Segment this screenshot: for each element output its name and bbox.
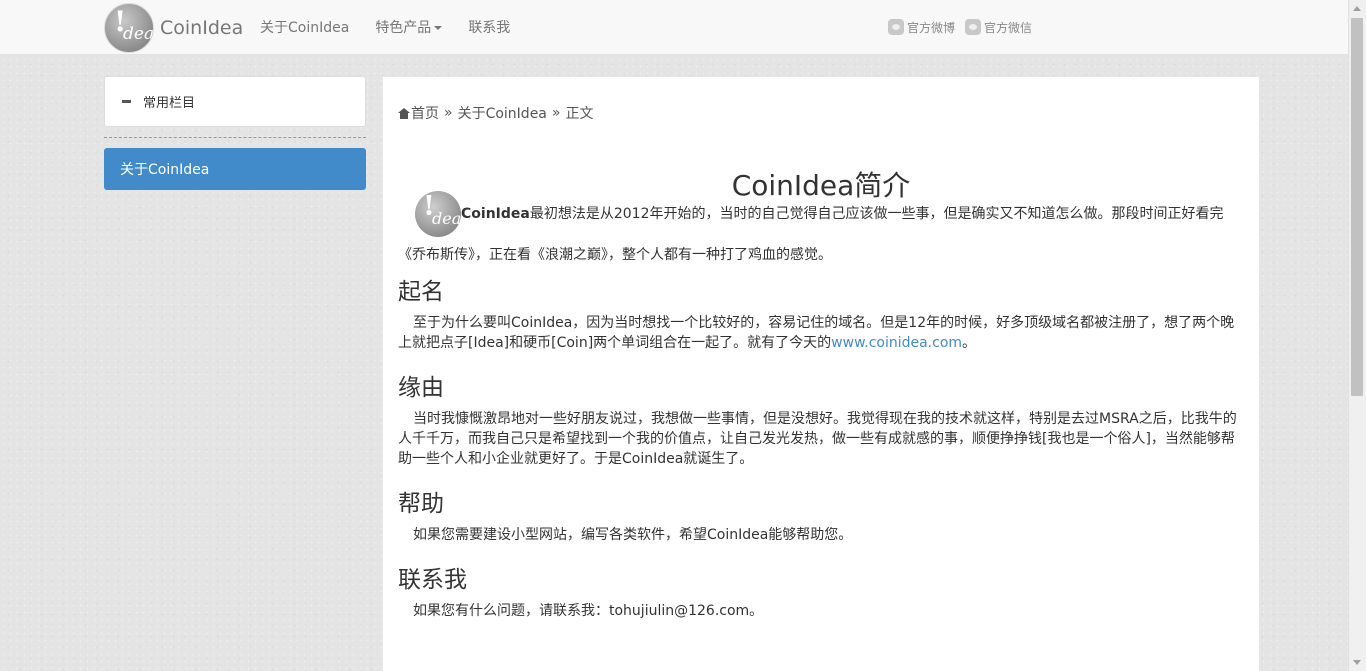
nav-contact[interactable]: 联系我 — [456, 17, 522, 37]
section-text: 当时我慷慨激昂地对一些好朋友说过，我想做一些事情，但是没想好。我觉得现在我的技术… — [398, 411, 1237, 467]
intro-brand: CoinIdea — [461, 206, 530, 222]
brand[interactable]: ! dea CoinIdea — [104, 3, 243, 53]
nav-products-dropdown[interactable]: 特色产品 — [363, 17, 454, 37]
breadcrumb-home[interactable]: 首页 — [411, 103, 439, 123]
social-links: 官方微博 官方微信 — [888, 0, 1042, 54]
sidebar-panel-header[interactable]: 常用栏目 — [104, 76, 366, 127]
section-heading: 联系我 — [398, 567, 467, 593]
weibo-icon — [888, 19, 904, 35]
coinidea-logo: ! dea — [104, 3, 154, 53]
section-naming: 起名 至于为什么要叫CoinIdea，因为当时想找一个比较好的，容易记住的域名。… — [398, 277, 1244, 353]
breadcrumb-separator: » — [551, 105, 561, 121]
logo-idea: dea — [432, 209, 461, 228]
logo-idea: dea — [123, 24, 154, 44]
nav-about[interactable]: 关于CoinIdea — [248, 17, 361, 37]
breadcrumb: 首页 » 关于CoinIdea » 正文 — [398, 103, 593, 123]
site-link[interactable]: www.coinidea.com — [831, 335, 962, 351]
wechat-label: 官方微信 — [984, 20, 1033, 35]
section-contact: 联系我 如果您有什么问题，请联系我：tohujiulin@126.com。 — [398, 565, 1244, 621]
section-reason: 缘由 当时我慷慨激昂地对一些好朋友说过，我想做一些事情，但是没想好。我觉得现在我… — [398, 373, 1244, 469]
collapse-minus-icon — [122, 100, 131, 103]
main-content: 首页 » 关于CoinIdea » 正文 CoinIdea简介 ! dea Co… — [382, 76, 1260, 671]
scrollbar-thumb[interactable] — [1351, 18, 1363, 396]
section-heading: 帮助 — [398, 491, 444, 517]
scroll-down-icon[interactable] — [1353, 660, 1361, 665]
weibo-label: 官方微博 — [907, 20, 956, 35]
section-body: 至于为什么要叫CoinIdea，因为当时想找一个比较好的，容易记住的域名。但是1… — [398, 315, 1235, 351]
article-intro: ! dea CoinIdea最初想法是从2012年开始的，当时的自己觉得自己应该… — [398, 191, 1244, 273]
section-help: 帮助 如果您需要建设小型网站，编写各类软件，希望CoinIdea能够帮助您。 — [398, 489, 1244, 545]
section-suffix: 。 — [962, 335, 977, 351]
weibo-link[interactable]: 官方微博 — [888, 19, 955, 36]
sidebar-panel-title: 常用栏目 — [143, 96, 196, 111]
breadcrumb-section[interactable]: 关于CoinIdea — [458, 103, 547, 123]
vertical-scrollbar[interactable] — [1348, 0, 1366, 671]
caret-down-icon — [434, 26, 443, 30]
breadcrumb-current: 正文 — [565, 106, 594, 122]
brand-name[interactable]: CoinIdea — [160, 17, 243, 39]
section-heading: 起名 — [398, 279, 444, 305]
sidebar-divider — [104, 137, 366, 138]
home-icon — [398, 107, 410, 119]
nav-products-label: 特色产品 — [375, 20, 432, 36]
top-navbar: ! dea CoinIdea 关于CoinIdea 特色产品 联系我 官方微博 … — [0, 0, 1349, 55]
section-heading: 缘由 — [398, 375, 444, 401]
section-text: 如果您有什么问题，请联系我：tohujiulin@126.com。 — [413, 603, 764, 619]
section-text: 如果您需要建设小型网站，编写各类软件，希望CoinIdea能够帮助您。 — [413, 527, 853, 543]
section-text: 至于为什么要叫CoinIdea，因为当时想找一个比较好的，容易记住的域名。但是1… — [398, 313, 1244, 353]
nav-contact-label: 联系我 — [468, 20, 511, 36]
wechat-link[interactable]: 官方微信 — [965, 19, 1032, 36]
nav-links: 关于CoinIdea 特色产品 联系我 — [248, 0, 524, 54]
sidebar-item-label: 关于CoinIdea — [120, 162, 210, 178]
scroll-up-icon[interactable] — [1353, 6, 1361, 11]
coinidea-logo-inline: ! dea — [415, 191, 461, 237]
nav-about-label: 关于CoinIdea — [260, 20, 350, 36]
wechat-icon — [965, 19, 982, 35]
breadcrumb-separator: » — [444, 105, 453, 121]
sidebar-item-about[interactable]: 关于CoinIdea — [104, 148, 366, 190]
